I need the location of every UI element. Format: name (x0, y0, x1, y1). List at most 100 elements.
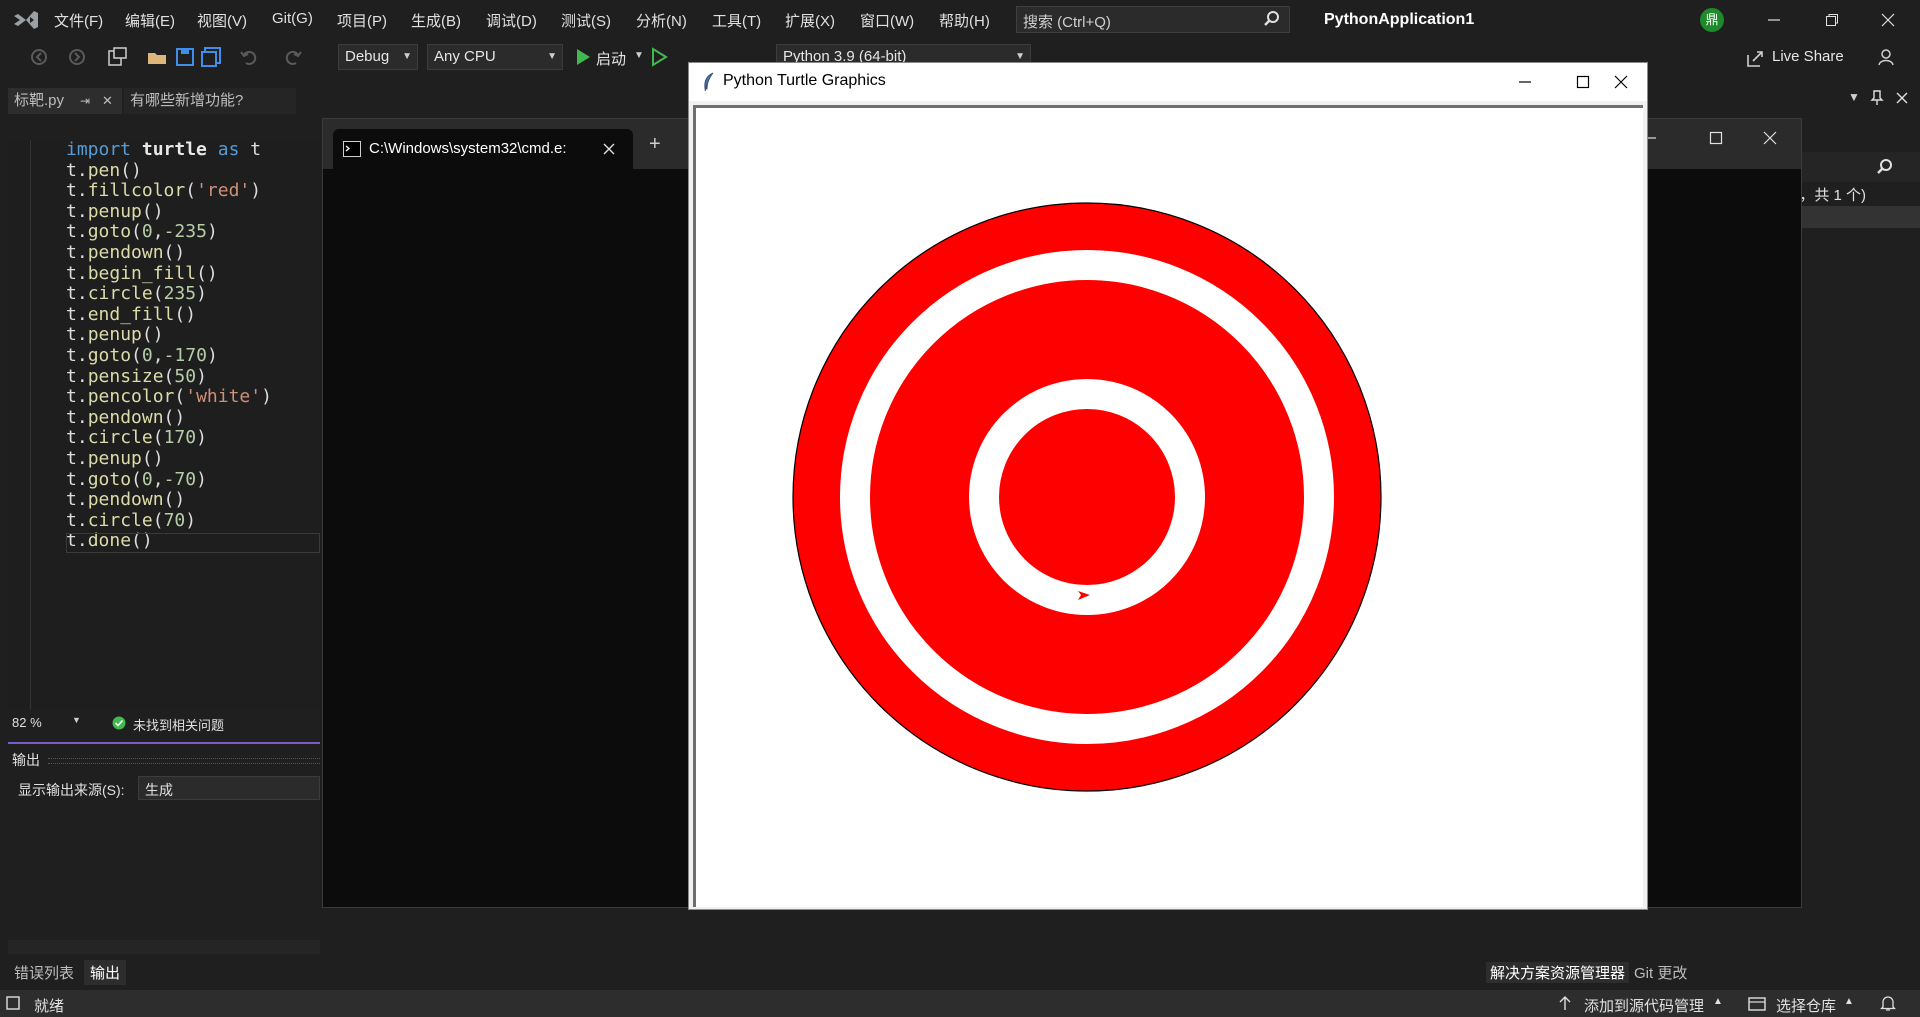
menu-help[interactable]: 帮助(H) (939, 10, 990, 31)
code-line[interactable]: import turtle as t (66, 139, 272, 161)
cmd-tab[interactable]: C:\Windows\system32\cmd.e: (333, 129, 633, 169)
cmd-maximize-button[interactable] (1709, 131, 1749, 155)
code-text[interactable]: import turtle as t t.pen() t.fillcolor('re… (66, 139, 272, 552)
menu-analyze[interactable]: 分析(N) (636, 10, 687, 31)
code-line[interactable]: t.goto(0,-235) (66, 222, 272, 243)
turtle-canvas[interactable] (693, 105, 1643, 907)
configuration-select[interactable]: Debug ▼ (338, 44, 418, 70)
tree-item-selected[interactable] (1800, 206, 1920, 228)
code-line[interactable]: t.pendown() (66, 242, 272, 264)
code-line[interactable]: t.begin_fill() (66, 263, 272, 285)
menu-debug[interactable]: 调试(D) (486, 10, 537, 31)
search-input[interactable]: 搜索 (Ctrl+Q) (1016, 6, 1290, 33)
start-without-debugging-icon[interactable] (648, 46, 670, 68)
cmd-minimize-button[interactable] (1643, 131, 1683, 155)
code-line[interactable]: t.circle(70) (66, 510, 272, 532)
code-line[interactable]: t.circle(170) (66, 428, 272, 449)
code-line[interactable]: t.penup() (66, 201, 272, 223)
close-button[interactable] (1868, 8, 1908, 32)
minimize-button[interactable] (1754, 8, 1794, 32)
panel-grip[interactable] (48, 758, 320, 764)
tab-git-changes[interactable]: Git 更改 (1634, 962, 1687, 983)
turtle-graphics-window[interactable]: Python Turtle Graphics (688, 62, 1648, 910)
new-project-icon[interactable] (106, 46, 128, 68)
feather-icon (704, 72, 714, 92)
close-icon (1614, 75, 1628, 89)
chevron-down-icon: ▼ (402, 51, 412, 62)
live-share-icon[interactable] (1745, 47, 1767, 69)
select-repository-button[interactable]: 选择仓库 (1776, 995, 1836, 1016)
check-circle-icon (112, 716, 126, 730)
forward-icon[interactable] (66, 46, 88, 68)
chevron-down-icon[interactable]: ▼ (634, 50, 644, 61)
editor-status-bar: 82 % ▼ 未找到相关问题 (8, 712, 320, 734)
tab-solution-explorer[interactable]: 解决方案资源管理器 (1486, 962, 1630, 983)
tab-target-py[interactable]: 标靶.py ⇥ ✕ (8, 88, 122, 114)
tab-whats-new[interactable]: 有哪些新增功能? (124, 88, 296, 114)
horizontal-scrollbar[interactable] (8, 940, 320, 954)
restore-button[interactable] (1812, 8, 1852, 32)
menu-build[interactable]: 生成(B) (411, 10, 461, 31)
pin-icon[interactable] (1870, 90, 1884, 106)
code-line[interactable]: t.end_fill() (66, 304, 272, 326)
back-icon[interactable] (28, 46, 50, 68)
turtle-close-button[interactable] (1597, 69, 1645, 95)
output-source-select[interactable]: 生成 (138, 776, 320, 800)
cmd-close-button[interactable] (1763, 131, 1803, 155)
menu-view[interactable]: 视图(V) (197, 10, 247, 31)
redo-icon[interactable] (282, 46, 304, 68)
code-line[interactable]: t.pendown() (66, 489, 272, 511)
avatar[interactable]: 鼎 (1700, 8, 1724, 32)
menu-project[interactable]: 项目(P) (337, 10, 387, 31)
menu-git[interactable]: Git(G) (272, 10, 313, 27)
output-window-icon (6, 996, 20, 1010)
turtle-minimize-button[interactable] (1501, 69, 1549, 95)
chevron-up-icon[interactable]: ▲ (1713, 996, 1723, 1007)
start-button[interactable]: 启动 (596, 48, 626, 69)
close-icon[interactable] (1896, 92, 1908, 104)
code-line[interactable]: t.pen() (66, 160, 272, 182)
undo-icon[interactable] (238, 46, 260, 68)
chevron-down-icon[interactable]: ▼ (1848, 90, 1860, 104)
close-icon[interactable]: ✕ (102, 88, 113, 114)
menu-tools[interactable]: 工具(T) (712, 10, 761, 31)
status-ready: 就绪 (34, 998, 65, 1015)
tab-error-list[interactable]: 错误列表 (14, 962, 74, 983)
menu-extensions[interactable]: 扩展(X) (785, 10, 835, 31)
tab-output[interactable]: 输出 (84, 960, 127, 985)
issues-status[interactable]: 未找到相关问题 (133, 715, 224, 734)
code-line[interactable]: t.pensize(50) (66, 366, 272, 388)
menu-edit[interactable]: 编辑(E) (125, 10, 175, 31)
notification-bell-icon[interactable] (1880, 994, 1896, 1012)
menu-test[interactable]: 测试(S) (561, 10, 611, 31)
save-icon[interactable] (174, 46, 196, 68)
cmd-tab-title: C:\Windows\system32\cmd.e: (369, 140, 567, 157)
pin-icon[interactable]: ⇥ (80, 88, 90, 114)
menu-file[interactable]: 文件(F) (54, 10, 103, 31)
code-editor[interactable]: import turtle as t t.pen() t.fillcolor('re… (8, 139, 320, 710)
play-icon[interactable] (572, 46, 594, 68)
repository-icon (1748, 997, 1766, 1011)
open-folder-icon[interactable] (146, 46, 168, 68)
platform-select[interactable]: Any CPU ▼ (427, 44, 563, 70)
save-all-icon[interactable] (200, 46, 222, 68)
close-icon[interactable] (603, 143, 615, 155)
code-line[interactable]: t.goto(0,-170) (66, 345, 272, 367)
new-tab-button[interactable]: + (649, 133, 661, 156)
code-line[interactable]: t.penup() (66, 325, 272, 346)
zoom-level[interactable]: 82 % (12, 715, 42, 730)
chevron-up-icon[interactable]: ▲ (1844, 996, 1854, 1007)
code-line[interactable]: t.fillcolor('red') (66, 180, 272, 202)
code-line[interactable]: t.penup() (66, 448, 272, 470)
turtle-title-bar[interactable]: Python Turtle Graphics (689, 63, 1647, 101)
code-line[interactable]: t.pendown() (66, 407, 272, 429)
code-line[interactable]: t.pencolor('white') (66, 386, 272, 408)
menu-window[interactable]: 窗口(W) (860, 10, 914, 31)
feedback-icon[interactable] (1876, 46, 1898, 68)
minimize-icon (1519, 81, 1531, 83)
code-line[interactable]: t.goto(0,-70) (66, 469, 272, 491)
code-line[interactable]: t.circle(235) (66, 283, 272, 305)
live-share-button[interactable]: Live Share (1772, 48, 1844, 65)
add-to-source-control-button[interactable]: 添加到源代码管理 (1584, 995, 1704, 1016)
chevron-down-icon[interactable]: ▼ (72, 715, 81, 725)
